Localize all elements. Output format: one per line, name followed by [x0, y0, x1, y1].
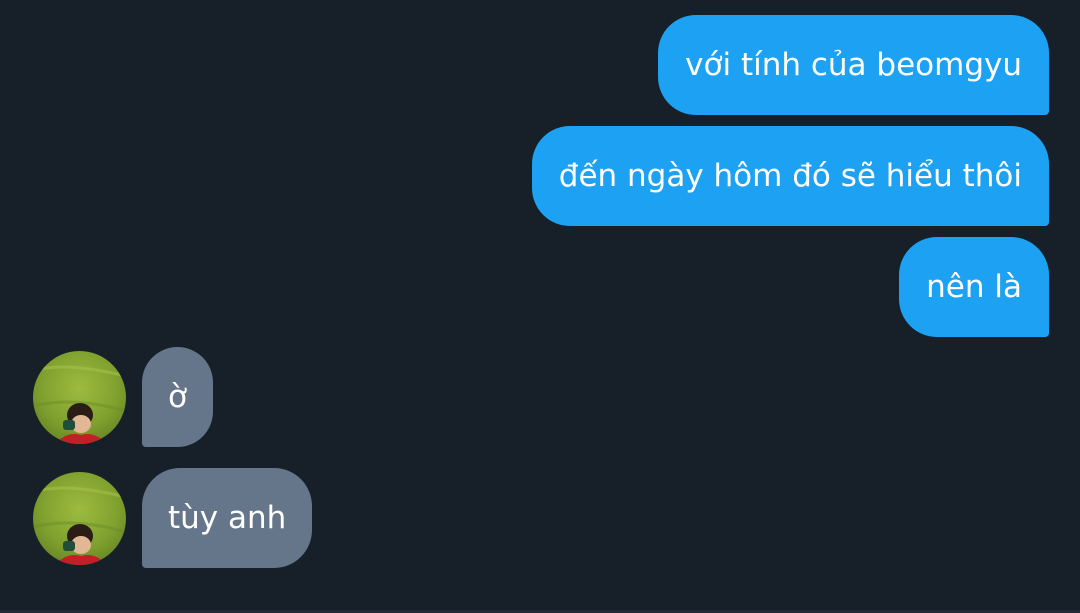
message-row-outgoing: nên là [0, 237, 1080, 337]
message-text: nên là [926, 269, 1022, 305]
message-row-incoming: ờ [0, 347, 1080, 447]
message-row-outgoing: với tính của beomgyu [0, 15, 1080, 115]
outgoing-message-bubble[interactable]: đến ngày hôm đó sẽ hiểu thôi [531, 126, 1049, 226]
avatar[interactable] [33, 472, 126, 565]
message-row-outgoing: đến ngày hôm đó sẽ hiểu thôi [0, 126, 1080, 226]
incoming-message-bubble[interactable]: ờ [142, 347, 213, 447]
outgoing-message-bubble[interactable]: với tính của beomgyu [658, 15, 1049, 115]
outgoing-message-bubble[interactable]: nên là [899, 237, 1049, 337]
avatar-photo-icon [33, 351, 126, 444]
avatar[interactable] [33, 351, 126, 444]
message-row-incoming: tùy anh [0, 468, 1080, 568]
message-text: đến ngày hôm đó sẽ hiểu thôi [558, 158, 1022, 194]
incoming-message-bubble[interactable]: tùy anh [142, 468, 313, 568]
message-text: tùy anh [168, 500, 287, 536]
avatar-photo-icon [33, 472, 126, 565]
chat-thread: với tính của beomgyu đến ngày hôm đó sẽ … [0, 0, 1080, 613]
message-text: với tính của beomgyu [685, 47, 1022, 83]
message-text: ờ [168, 379, 187, 415]
